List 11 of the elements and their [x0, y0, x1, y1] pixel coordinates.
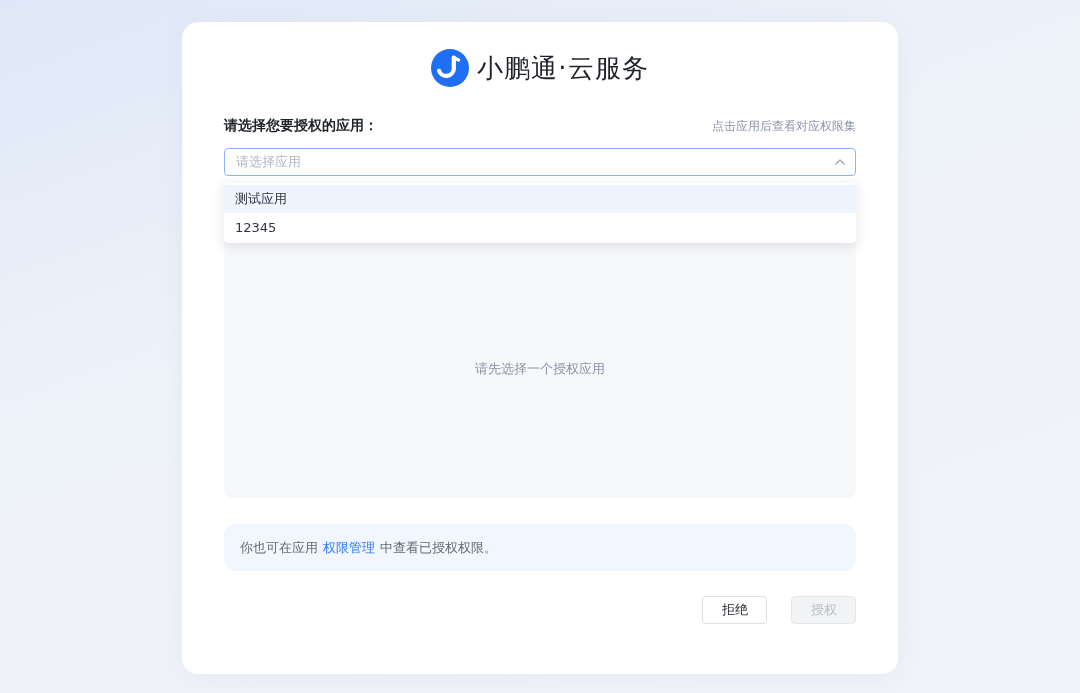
info-note: 你也可在应用 权限管理 中查看已授权权限。 [224, 524, 856, 571]
form-label: 请选择您要授权的应用： [224, 117, 378, 135]
hint-text: 点击应用后查看对应权限集 [712, 117, 856, 135]
reject-button[interactable]: 拒绝 [702, 596, 767, 624]
brand-name: 小鹏通·云服务 [477, 51, 649, 85]
permission-link[interactable]: 权限管理 [323, 538, 375, 557]
empty-message: 请先选择一个授权应用 [475, 360, 605, 378]
select-placeholder: 请选择应用 [236, 153, 301, 171]
logo-icon [431, 49, 470, 87]
dropdown-option[interactable]: 12345 [224, 213, 856, 241]
dropdown-option[interactable]: 测试应用 [224, 185, 856, 213]
